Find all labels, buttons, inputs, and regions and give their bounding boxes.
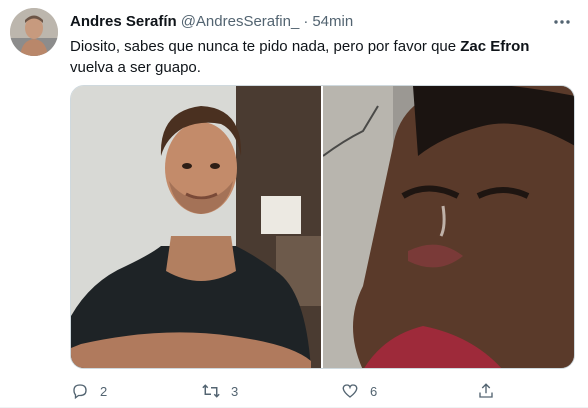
author-handle[interactable]: @AndresSerafin_ — [181, 13, 300, 30]
photo-man-crying-icon — [323, 86, 574, 368]
separator-dot: · — [303, 12, 309, 30]
tweet-text-start: Diosito, sabes que nunca te pido nada, p… — [70, 38, 461, 55]
media-photo-2[interactable] — [323, 86, 574, 368]
tweet-text-mention: Zac Efron — [460, 38, 530, 55]
tweet-actions: 2 3 6 — [66, 380, 496, 402]
more-options-button[interactable] — [550, 9, 574, 33]
tweet-header: Andres Serafín @AndresSerafin_ · 54min — [70, 11, 353, 31]
tweet-text-end: vuelva a ser guapo. — [70, 59, 201, 76]
retweet-icon — [201, 381, 221, 401]
reply-icon — [70, 381, 90, 401]
media-photo-1[interactable] — [71, 86, 321, 368]
share-button[interactable] — [476, 380, 496, 402]
tweet-text: Diosito, sabes que nunca te pido nada, p… — [70, 36, 576, 78]
heart-icon — [340, 381, 360, 401]
author-name[interactable]: Andres Serafín — [70, 13, 177, 30]
timestamp[interactable]: 54min — [312, 13, 353, 30]
tweet-media — [70, 85, 575, 369]
share-icon — [476, 381, 496, 401]
retweet-count: 3 — [231, 383, 239, 399]
like-button[interactable]: 6 — [340, 380, 377, 402]
retweet-button[interactable]: 3 — [201, 380, 238, 402]
tweet[interactable]: Andres Serafín @AndresSerafin_ · 54min D… — [0, 0, 588, 408]
reply-count: 2 — [100, 383, 108, 399]
like-count: 6 — [370, 383, 378, 399]
more-icon — [553, 12, 571, 30]
reply-button[interactable]: 2 — [70, 380, 107, 402]
avatar[interactable] — [10, 8, 58, 56]
photo-man-smiling-black-tshirt-icon — [71, 86, 321, 368]
